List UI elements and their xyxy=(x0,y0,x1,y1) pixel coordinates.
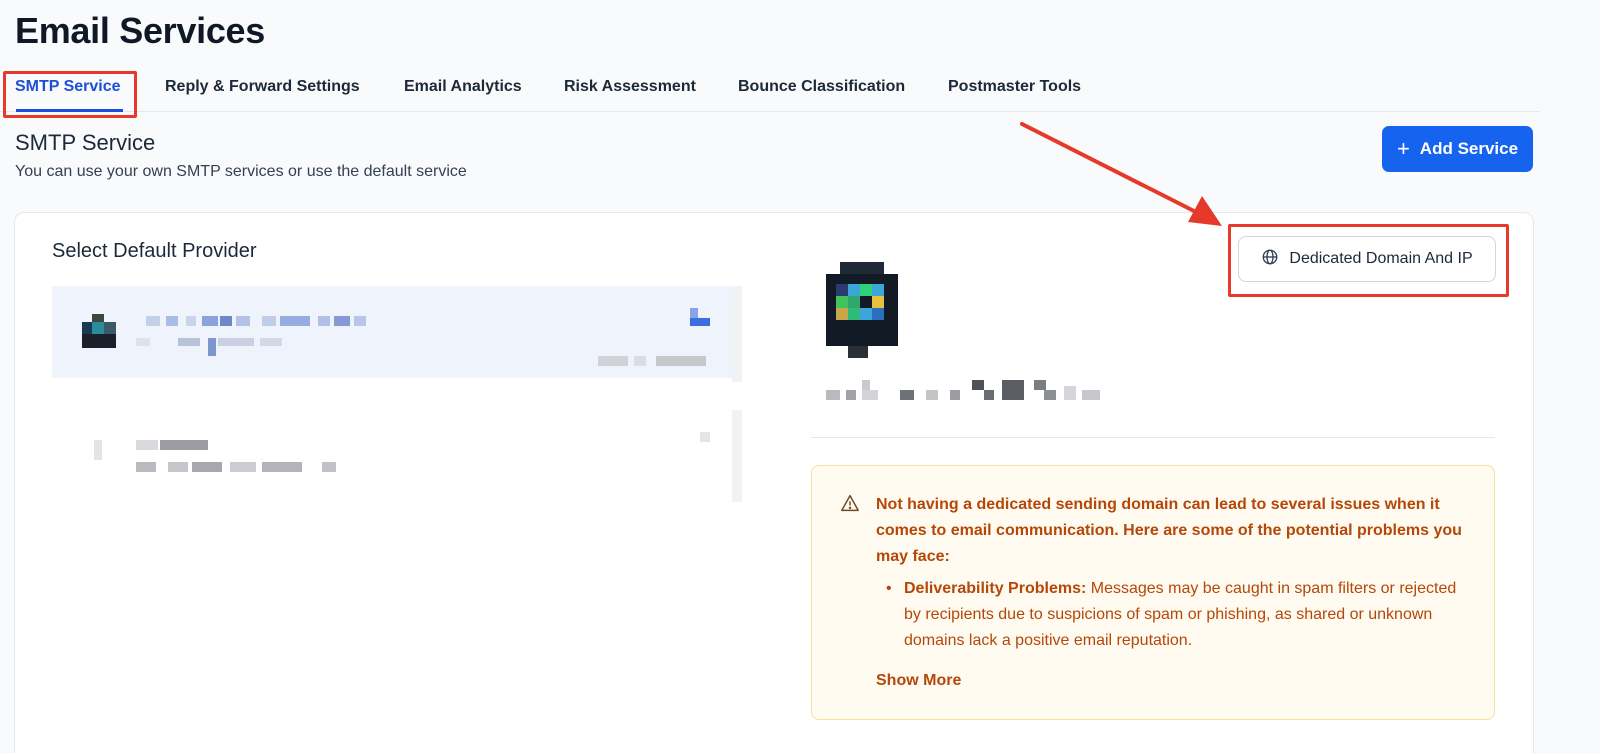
list-item: Deliverability Problems: Messages may be… xyxy=(876,576,1466,654)
provider-item[interactable] xyxy=(52,410,742,500)
annotation-highlight-tab xyxy=(3,71,137,118)
warning-message: Not having a dedicated sending domain ca… xyxy=(876,496,1462,565)
tab-bar: SMTP Service Reply & Forward Settings Em… xyxy=(0,66,1540,112)
provider-logo xyxy=(82,314,116,348)
scrollbar[interactable] xyxy=(732,290,742,382)
warning-list: Deliverability Problems: Messages may be… xyxy=(876,576,1466,654)
annotation-highlight-button xyxy=(1228,224,1509,297)
provider-heading: Select Default Provider xyxy=(52,240,257,262)
provider-logo-large xyxy=(814,262,910,358)
provider-name-redacted xyxy=(826,378,1106,404)
section-title: SMTP Service xyxy=(15,130,156,155)
page-title: Email Services xyxy=(15,10,265,51)
provider-item-selected[interactable] xyxy=(52,286,742,378)
tab-reply-forward-settings[interactable]: Reply & Forward Settings xyxy=(165,78,360,96)
add-service-label: Add Service xyxy=(1419,139,1519,158)
bullet-title: Deliverability Problems: xyxy=(904,580,1087,597)
add-service-button[interactable]: + Add Service xyxy=(1382,126,1533,172)
tab-email-analytics[interactable]: Email Analytics xyxy=(404,78,522,96)
warning-triangle-icon xyxy=(840,494,860,517)
tab-bounce-classification[interactable]: Bounce Classification xyxy=(738,78,905,96)
tab-postmaster-tools[interactable]: Postmaster Tools xyxy=(948,78,1081,96)
tab-risk-assessment[interactable]: Risk Assessment xyxy=(564,78,696,96)
divider xyxy=(811,437,1495,438)
section-subtitle: You can use your own SMTP services or us… xyxy=(15,163,467,180)
scrollbar[interactable] xyxy=(732,410,742,502)
plus-icon: + xyxy=(1396,136,1410,161)
show-more-link[interactable]: Show More xyxy=(876,672,961,690)
warning-alert: Not having a dedicated sending domain ca… xyxy=(811,465,1495,720)
